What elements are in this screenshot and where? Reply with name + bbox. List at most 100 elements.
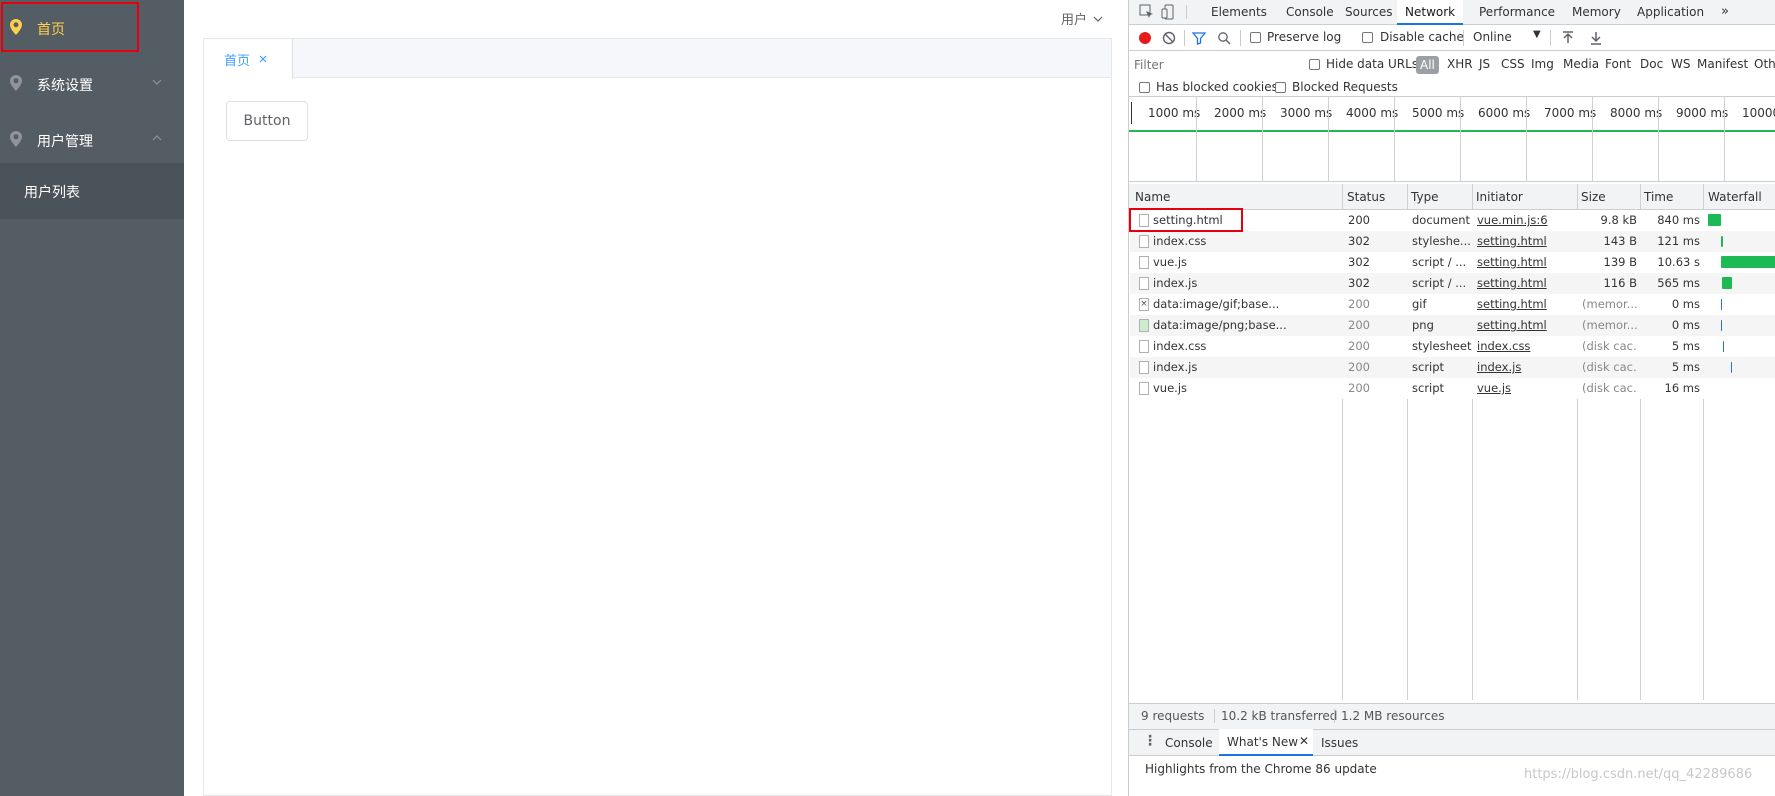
grid-line bbox=[1262, 97, 1263, 182]
close-icon[interactable] bbox=[258, 54, 268, 64]
tab-elements[interactable]: Elements bbox=[1211, 0, 1267, 24]
table-header bbox=[1129, 184, 1775, 210]
separator bbox=[1184, 30, 1185, 46]
filter-type-xhr[interactable]: XHR bbox=[1447, 57, 1473, 71]
row-initiator[interactable]: setting.html bbox=[1477, 231, 1577, 252]
file-icon bbox=[1139, 256, 1149, 269]
tab-memory[interactable]: Memory bbox=[1572, 0, 1621, 24]
timeline-tick: 10000 ms bbox=[1742, 106, 1775, 120]
import-har-icon[interactable] bbox=[1561, 31, 1575, 45]
row-initiator[interactable]: setting.html bbox=[1477, 252, 1577, 273]
sidebar-item-user-management[interactable]: 用户管理 bbox=[0, 112, 184, 168]
table-row[interactable]: data:image/png;base... 200 png setting.html… bbox=[1130, 315, 1775, 336]
tab-sources[interactable]: Sources bbox=[1345, 0, 1392, 24]
table-row[interactable]: vue.js 200 script vue.js (disk cac... 16 ms bbox=[1130, 378, 1775, 399]
timeline-tick: 9000 ms bbox=[1676, 106, 1729, 120]
sidebar-item-user-list[interactable]: 用户列表 bbox=[0, 163, 184, 219]
tab-console[interactable]: Console bbox=[1286, 0, 1334, 24]
drawer-menu-icon[interactable]: ⋮ bbox=[1143, 733, 1157, 749]
filter-icon[interactable] bbox=[1192, 31, 1206, 45]
devtools-panel: Elements Console Sources Network Perform… bbox=[1128, 0, 1775, 796]
device-toolbar-icon[interactable] bbox=[1161, 4, 1177, 20]
filter-type-manifest[interactable]: Manifest bbox=[1697, 57, 1748, 71]
throttle-select[interactable]: Online bbox=[1473, 30, 1512, 44]
dropdown-icon[interactable]: ▼ bbox=[1533, 29, 1541, 40]
tab-application[interactable]: Application bbox=[1637, 0, 1704, 24]
timeline-cursor bbox=[1131, 102, 1132, 124]
row-initiator[interactable]: index.js bbox=[1477, 357, 1577, 378]
timeline-tick: 7000 ms bbox=[1544, 106, 1597, 120]
drawer-tab-whats-new[interactable]: What's New ✕ bbox=[1219, 729, 1313, 756]
preserve-log-checkbox[interactable] bbox=[1250, 32, 1261, 43]
has-blocked-cookies-checkbox[interactable] bbox=[1139, 82, 1150, 93]
filter-type-media[interactable]: Media bbox=[1563, 57, 1599, 71]
row-status: 200 bbox=[1348, 213, 1370, 227]
user-menu[interactable]: 用户 bbox=[1061, 9, 1104, 28]
drawer-tab-issues[interactable]: Issues bbox=[1321, 736, 1358, 750]
row-name: index.js bbox=[1153, 276, 1198, 290]
table-row[interactable]: index.css 200 stylesheet index.css (disk cac… bbox=[1130, 336, 1775, 357]
hide-data-urls-label: Hide data URLs bbox=[1326, 57, 1419, 71]
filter-type-css[interactable]: CSS bbox=[1501, 57, 1525, 71]
chevron-down-icon bbox=[1093, 16, 1103, 22]
filter-type-img[interactable]: Img bbox=[1531, 57, 1554, 71]
export-har-icon[interactable] bbox=[1589, 31, 1603, 45]
row-status: 200 bbox=[1348, 360, 1370, 374]
row-size: 116 B bbox=[1603, 276, 1638, 290]
search-icon[interactable] bbox=[1217, 31, 1231, 45]
blocked-requests-label: Blocked Requests bbox=[1292, 80, 1398, 94]
column-size[interactable]: Size bbox=[1581, 185, 1606, 209]
tab-performance[interactable]: Performance bbox=[1479, 0, 1555, 24]
table-row[interactable]: index.css 302 styleshe... setting.html 143 B… bbox=[1130, 231, 1775, 252]
inspect-element-icon[interactable] bbox=[1139, 4, 1155, 20]
table-row[interactable]: index.js 200 script index.js (disk cac... 5 m… bbox=[1130, 357, 1775, 378]
waterfall-bar bbox=[1722, 277, 1732, 289]
table-row[interactable]: vue.js 302 script / ... setting.html 139 B 10… bbox=[1130, 252, 1775, 273]
column-type[interactable]: Type bbox=[1411, 185, 1439, 209]
row-size: (disk cac... bbox=[1582, 360, 1637, 374]
filter-type-all[interactable]: All bbox=[1416, 56, 1439, 74]
row-status: 302 bbox=[1348, 234, 1370, 248]
grid-line bbox=[1592, 97, 1593, 182]
filter-type-ws[interactable]: WS bbox=[1671, 57, 1690, 71]
hide-data-urls-checkbox[interactable] bbox=[1309, 59, 1320, 70]
table-row[interactable]: index.js 302 script / ... setting.html 116 B… bbox=[1130, 273, 1775, 294]
tab-network[interactable]: Network bbox=[1397, 0, 1464, 25]
column-initiator[interactable]: Initiator bbox=[1476, 185, 1523, 209]
column-time[interactable]: Time bbox=[1644, 185, 1673, 209]
sidebar-item-settings[interactable]: 系统设置 bbox=[0, 56, 184, 112]
filter-type-other[interactable]: Other bbox=[1754, 57, 1775, 71]
row-initiator[interactable]: setting.html bbox=[1477, 273, 1577, 294]
user-menu-label: 用户 bbox=[1061, 13, 1088, 28]
column-status[interactable]: Status bbox=[1347, 185, 1385, 209]
row-size: 9.8 kB bbox=[1600, 213, 1638, 227]
table-row[interactable]: × data:image/gif;base... 200 gif setting.htm… bbox=[1130, 294, 1775, 315]
column-waterfall[interactable]: Waterfall bbox=[1708, 185, 1762, 209]
primary-button[interactable]: Button bbox=[226, 101, 308, 141]
filter-type-js[interactable]: JS bbox=[1479, 57, 1490, 71]
row-type: styleshe... bbox=[1412, 234, 1471, 248]
disable-cache-checkbox[interactable] bbox=[1362, 32, 1373, 43]
row-type: script bbox=[1412, 360, 1445, 374]
row-initiator[interactable]: vue.min.js:6 bbox=[1477, 210, 1577, 231]
record-icon[interactable] bbox=[1139, 32, 1151, 44]
row-time: 16 ms bbox=[1664, 381, 1700, 395]
chevron-up-icon bbox=[152, 135, 162, 141]
drawer-tab-console[interactable]: Console bbox=[1165, 736, 1213, 750]
filter-type-font[interactable]: Font bbox=[1605, 57, 1631, 71]
column-name[interactable]: Name bbox=[1135, 185, 1170, 209]
close-icon[interactable]: ✕ bbox=[1299, 734, 1309, 748]
row-initiator[interactable]: index.css bbox=[1477, 336, 1577, 357]
clear-icon[interactable] bbox=[1162, 31, 1176, 45]
more-tabs-icon[interactable]: » bbox=[1721, 0, 1729, 24]
main-content: 用户 首页 Button bbox=[184, 0, 1112, 796]
blocked-requests-checkbox[interactable] bbox=[1275, 82, 1286, 93]
location-icon bbox=[10, 131, 22, 147]
filter-input[interactable] bbox=[1134, 55, 1296, 75]
row-initiator[interactable]: vue.js bbox=[1477, 378, 1577, 399]
row-initiator[interactable]: setting.html bbox=[1477, 315, 1577, 336]
row-initiator[interactable]: setting.html bbox=[1477, 294, 1577, 315]
filter-type-doc[interactable]: Doc bbox=[1640, 57, 1663, 71]
sidebar-menu: 首页 系统设置 用户管理 用户列表 bbox=[0, 0, 184, 796]
tab-home[interactable]: 首页 bbox=[204, 39, 293, 79]
